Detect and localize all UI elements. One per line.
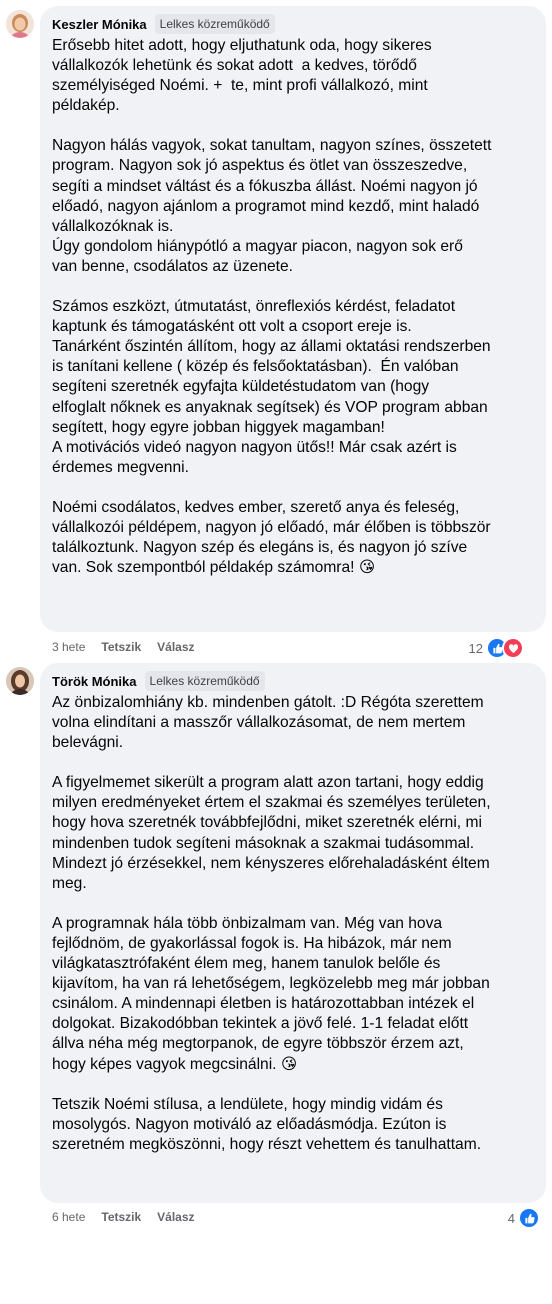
reactions[interactable]: 4 xyxy=(508,1207,540,1229)
timestamp[interactable]: 3 hete xyxy=(52,640,85,654)
comment-bubble: Keszler Mónika Lelkes közreműködő Erőseb… xyxy=(40,6,546,632)
comment-paragraph: Számos eszközt, útmutatást, önreflexiós … xyxy=(52,298,491,476)
love-reaction-icon xyxy=(502,637,524,659)
reply-button[interactable]: Válasz xyxy=(157,1210,194,1224)
contributor-badge: Lelkes közreműködő xyxy=(154,14,275,34)
reaction-count: 4 xyxy=(507,1210,515,1226)
comment-paragraph: Tetszik Noémi stílusa, a lendülete, hogy… xyxy=(52,1095,482,1153)
comment-paragraph: A figyelmemet sikerült a program alatt a… xyxy=(52,774,491,892)
author-name[interactable]: Keszler Mónika xyxy=(52,17,147,32)
comment-text: Erősebb hitet adott, hogy eljuthatunk od… xyxy=(52,36,534,578)
comment-paragraph: Nagyon hálás vagyok, sokat tanultam, nag… xyxy=(52,137,492,275)
like-button[interactable]: Tetszik xyxy=(101,640,141,654)
reaction-count: 12 xyxy=(468,640,483,656)
comment-paragraph: Az önbizalomhiány kb. mindenben gátolt. … xyxy=(52,694,484,752)
avatar-photo xyxy=(6,667,34,695)
comment-paragraph: Erősebb hitet adott, hogy eljuthatunk od… xyxy=(52,37,432,115)
comment-paragraph: Noémi csodálatos, kedves ember, szerető … xyxy=(52,498,491,577)
comment-actions: 3 hete Tetszik Válasz xyxy=(52,637,211,657)
avatar[interactable] xyxy=(6,667,34,695)
comment-paragraph: A programnak hála több önbizalmam van. M… xyxy=(52,914,490,1073)
avatar[interactable] xyxy=(6,10,34,38)
comment-text: Az önbizalomhiány kb. mindenben gátolt. … xyxy=(52,693,534,1155)
like-button[interactable]: Tetszik xyxy=(101,1210,141,1224)
author-name[interactable]: Török Mónika xyxy=(52,674,137,689)
like-reaction-icon xyxy=(518,1207,540,1229)
timestamp[interactable]: 6 hete xyxy=(52,1210,85,1224)
reactions[interactable]: 12 xyxy=(469,637,524,659)
avatar-photo xyxy=(6,10,34,38)
comment-bubble: Török Mónika Lelkes közreműködő Az önbiz… xyxy=(40,663,546,1203)
reply-button[interactable]: Válasz xyxy=(157,640,194,654)
contributor-badge: Lelkes közreműködő xyxy=(144,671,265,691)
comment-actions: 6 hete Tetszik Válasz xyxy=(52,1207,211,1227)
